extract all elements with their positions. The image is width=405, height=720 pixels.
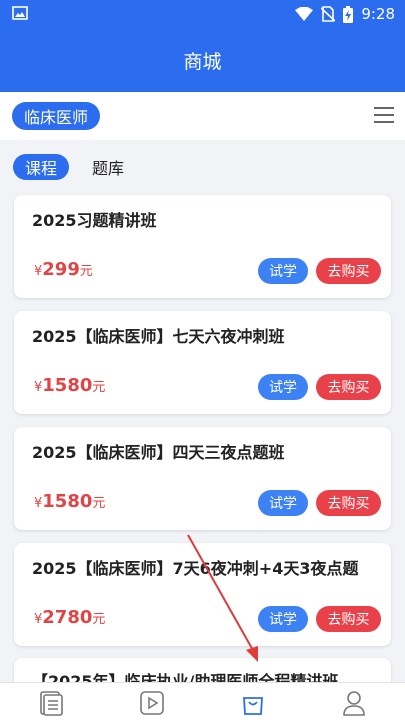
price-value: 299: [42, 259, 80, 280]
price-value: 1580: [42, 491, 93, 512]
course-card[interactable]: 2025【临床医师】七天六夜冲刺班 ¥1580元 试学 去购买: [14, 311, 391, 414]
price-value: 1580: [42, 375, 93, 396]
price-unit: 元: [92, 380, 106, 395]
trial-button[interactable]: 试学: [258, 374, 308, 400]
page-header: 商城: [0, 28, 405, 92]
wifi-icon: [295, 7, 314, 21]
image-icon: [12, 6, 28, 20]
shopping-bag-icon[interactable]: [239, 689, 267, 717]
category-label: 临床医师: [24, 108, 89, 127]
tab-bar: 课程 题库: [0, 140, 405, 190]
status-time: 9:28: [361, 5, 395, 23]
course-price: ¥299元: [34, 259, 93, 280]
buy-button[interactable]: 去购买: [316, 606, 381, 632]
tab-courses[interactable]: 课程: [13, 154, 70, 180]
price-value: 2780: [42, 607, 93, 628]
course-title: 2025习题精讲班: [32, 211, 157, 230]
battery-charging-icon: [343, 5, 354, 23]
menu-icon[interactable]: [373, 104, 395, 126]
trial-button[interactable]: 试学: [258, 258, 308, 284]
course-title: 2025【临床医师】7天6夜冲刺+4天3夜点题: [32, 559, 359, 578]
category-selector[interactable]: 临床医师: [12, 102, 101, 130]
play-icon[interactable]: [138, 689, 166, 717]
course-title: 2025【临床医师】七天六夜冲刺班: [32, 327, 285, 346]
trial-button[interactable]: 试学: [258, 490, 308, 516]
price-unit: 元: [79, 264, 93, 279]
buy-button[interactable]: 去购买: [316, 374, 381, 400]
bottom-nav: [0, 682, 405, 720]
category-bar: 临床医师: [0, 92, 405, 140]
price-unit: 元: [92, 612, 106, 627]
no-sim-icon: [321, 6, 336, 22]
course-card[interactable]: 2025习题精讲班 ¥299元 试学 去购买: [14, 195, 391, 298]
course-card[interactable]: 2025【临床医师】7天6夜冲刺+4天3夜点题 ¥2780元 试学 去购买: [14, 543, 391, 646]
person-icon[interactable]: [340, 689, 368, 717]
course-card[interactable]: 2025【临床医师】四天三夜点题班 ¥1580元 试学 去购买: [14, 427, 391, 530]
status-bar: 9:28: [0, 0, 405, 28]
list-icon[interactable]: [37, 689, 65, 717]
tab-question-bank[interactable]: 题库: [92, 154, 124, 180]
page-title: 商城: [183, 50, 222, 73]
course-price: ¥1580元: [34, 375, 105, 396]
trial-button[interactable]: 试学: [258, 606, 308, 632]
course-price: ¥1580元: [34, 491, 105, 512]
course-title: 2025【临床医师】四天三夜点题班: [32, 443, 285, 462]
price-unit: 元: [92, 496, 106, 511]
buy-button[interactable]: 去购买: [316, 258, 381, 284]
buy-button[interactable]: 去购买: [316, 490, 381, 516]
course-price: ¥2780元: [34, 607, 105, 628]
